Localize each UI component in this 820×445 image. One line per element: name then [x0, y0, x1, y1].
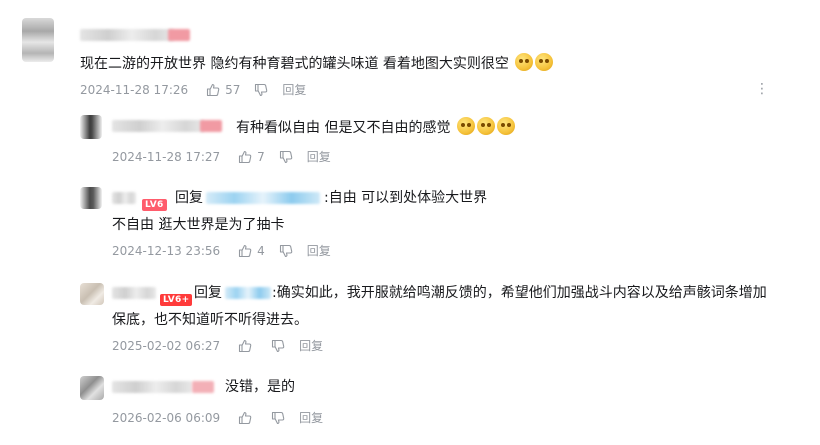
reply-text: 回复 [175, 188, 203, 208]
reply-text: 回复 [194, 283, 222, 303]
reply-button[interactable]: 回复 [282, 82, 306, 98]
username-badge [192, 381, 214, 393]
reply-meta: 2026-02-06 06:09 回复 [112, 410, 323, 426]
level-badge-label: LV6+ [160, 294, 193, 306]
username-badge [168, 29, 190, 41]
thumbs-up-icon [239, 339, 252, 353]
like-count: 7 [257, 150, 265, 164]
dislike-button[interactable] [271, 411, 285, 425]
reply-meta: 2024-12-13 23:56 4 回复 [112, 243, 331, 259]
avatar[interactable] [80, 115, 102, 139]
username-badge [200, 120, 222, 132]
like-count: 57 [225, 83, 241, 97]
emoji-face-icon [535, 53, 554, 71]
username[interactable] [80, 29, 174, 41]
emoji-face-icon [476, 117, 495, 135]
thumbs-up-icon [239, 150, 252, 164]
avatar[interactable] [80, 376, 104, 400]
mentioned-user[interactable] [206, 192, 320, 204]
reply-meta: 2025-02-02 06:27 回复 [112, 338, 323, 354]
like-count: 4 [257, 244, 265, 258]
reply-button[interactable]: 回复 [299, 338, 323, 354]
dislike-button[interactable] [279, 150, 293, 164]
reply-button[interactable]: 回复 [307, 243, 331, 259]
timestamp: 2024-11-28 17:27 [112, 150, 221, 164]
thumbs-down-icon [272, 411, 285, 425]
reply-text: 没错，是的 [225, 379, 295, 395]
reply-text-body: :自由 可以到处体验大世界 [324, 190, 488, 206]
thumbs-down-icon [279, 244, 293, 258]
reply-meta: 2024-11-28 17:27 7 回复 [112, 149, 331, 165]
reply-text-body: :确实如此，我开服就给鸣潮反馈的，希望他们加强战斗内容以及给声骸词条增加 [272, 285, 767, 301]
reply-button[interactable]: 回复 [299, 410, 323, 426]
thumbs-up-icon [239, 411, 252, 425]
like-button[interactable] [238, 411, 257, 425]
level-badge-label: LV6 [142, 199, 167, 211]
dislike-button[interactable] [279, 244, 293, 258]
reply-text-line2: 不自由 逛大世界是为了抽卡 [112, 217, 285, 233]
reply-button[interactable]: 回复 [307, 149, 331, 165]
comment-text: 现在二游的开放世界 隐约有种育碧式的罐头味道 看着地图大实则很空 [80, 53, 554, 74]
avatar[interactable] [22, 18, 54, 62]
username[interactable] [112, 192, 136, 204]
timestamp: 2025-02-02 06:27 [112, 339, 221, 353]
thumbs-up-icon [239, 244, 252, 258]
like-button[interactable]: 7 [238, 149, 265, 165]
more-menu-icon[interactable]: ⋮ [755, 82, 769, 96]
thumbs-down-icon [255, 83, 268, 97]
username[interactable] [112, 381, 192, 393]
dislike-button[interactable] [271, 339, 285, 353]
level-badge: LV6+ [160, 287, 193, 306]
emoji-face-icon [456, 117, 475, 135]
avatar[interactable] [80, 283, 104, 305]
dislike-button[interactable] [254, 83, 268, 97]
timestamp: 2024-12-13 23:56 [112, 244, 221, 258]
mentioned-user[interactable] [225, 287, 271, 299]
thumbs-down-icon [279, 150, 293, 164]
reply-text-line2: 保底，也不知道听不听得进去。 [112, 312, 308, 328]
like-button[interactable] [238, 339, 257, 353]
avatar[interactable] [80, 187, 102, 209]
thumbs-down-icon [272, 339, 285, 353]
level-badge: LV6 [142, 192, 167, 211]
timestamp: 2026-02-06 06:09 [112, 411, 221, 425]
thumbs-up-icon [207, 83, 220, 97]
reply-prefix: 回复 [175, 190, 203, 206]
reply-text: 有种看似自由 但是又不自由的感觉 [236, 117, 515, 138]
username[interactable] [112, 120, 204, 132]
like-button[interactable]: 4 [238, 243, 265, 259]
timestamp: 2024-11-28 17:26 [80, 83, 189, 97]
reply-prefix: 回复 [194, 285, 222, 301]
username[interactable] [112, 287, 156, 299]
emoji-face-icon [496, 117, 515, 135]
emoji-face-icon [515, 53, 534, 71]
like-button[interactable]: 57 [206, 82, 240, 98]
comment-meta: 2024-11-28 17:26 57 回复 [80, 82, 306, 98]
